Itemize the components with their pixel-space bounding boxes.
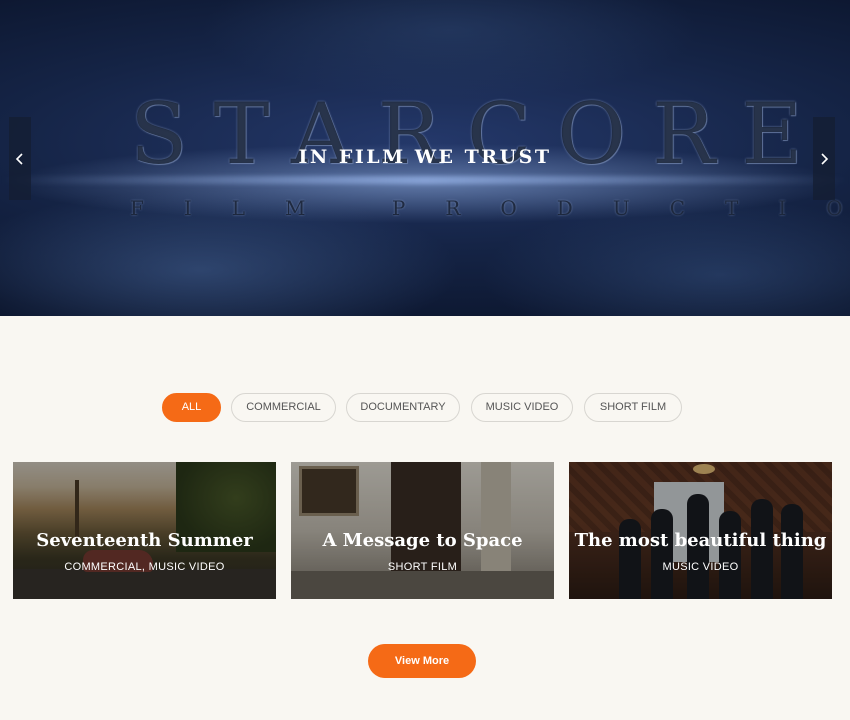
filter-short-film[interactable]: SHORT FILM (584, 393, 682, 422)
hero-tagline: IN FILM WE TRUST (298, 146, 552, 168)
chevron-right-icon (821, 152, 829, 165)
hero-logo-subtext: FILM PRODUCTION (130, 196, 850, 220)
project-categories: COMMERCIAL, MUSIC VIDEO (64, 561, 225, 573)
project-title: Seventeenth Summer (36, 530, 253, 551)
slider-prev-button[interactable] (9, 117, 31, 200)
slider-next-button[interactable] (813, 117, 835, 200)
project-categories: MUSIC VIDEO (662, 561, 739, 573)
hero-slider: STARCORE STUDIO FILM PRODUCTION IN FILM … (0, 0, 850, 316)
view-more-button[interactable]: View More (368, 644, 476, 678)
project-categories: SHORT FILM (387, 561, 458, 573)
filter-music-video[interactable]: MUSIC VIDEO (471, 393, 573, 422)
project-card[interactable]: The most beautiful thing MUSIC VIDEO (569, 462, 832, 599)
filter-documentary[interactable]: DOCUMENTARY (346, 393, 460, 422)
project-title: A Message to Space (322, 530, 523, 551)
chevron-left-icon (15, 152, 23, 165)
project-card[interactable]: Seventeenth Summer COMMERCIAL, MUSIC VID… (13, 462, 276, 599)
filter-commercial[interactable]: COMMERCIAL (231, 393, 336, 422)
project-title: The most beautiful thing (574, 530, 827, 551)
filter-all[interactable]: ALL (162, 393, 221, 422)
portfolio-filter-bar: ALL COMMERCIAL DOCUMENTARY MUSIC VIDEO S… (0, 393, 850, 422)
project-card[interactable]: A Message to Space SHORT FILM (291, 462, 554, 599)
